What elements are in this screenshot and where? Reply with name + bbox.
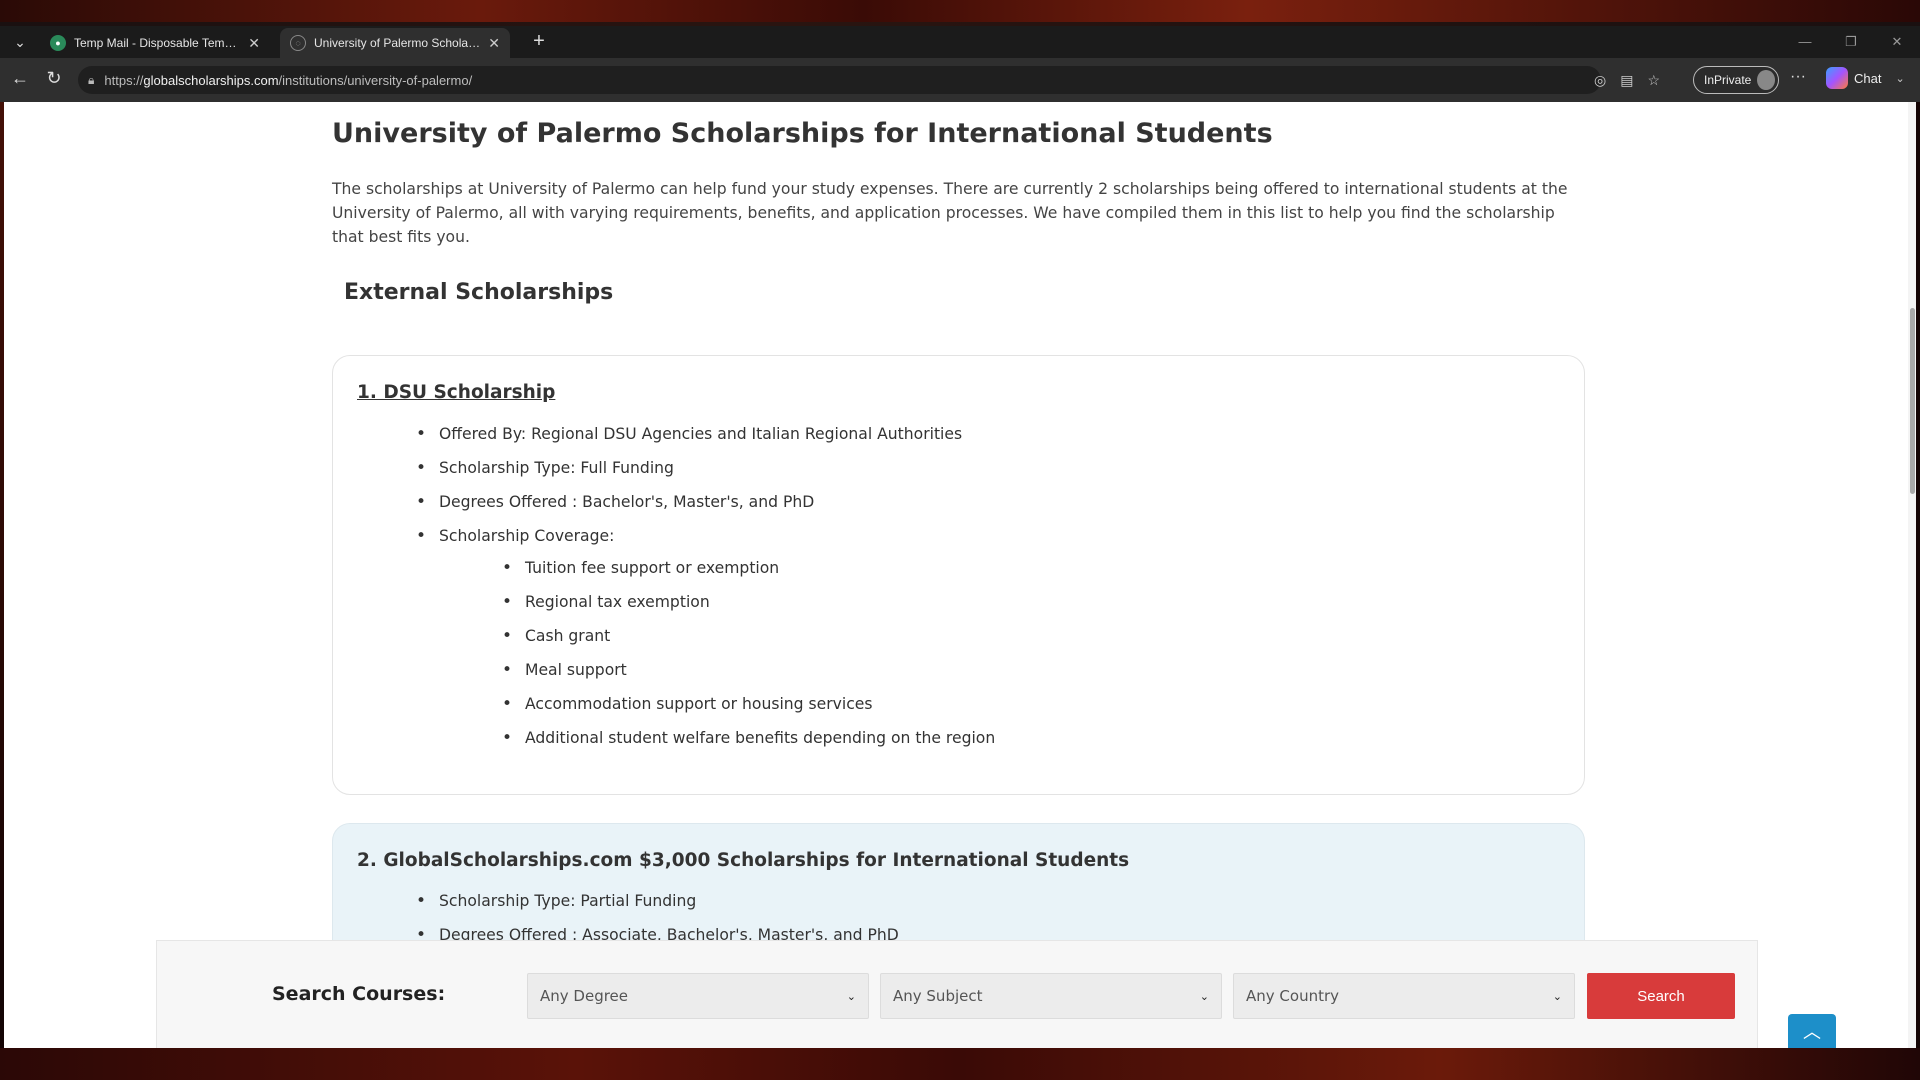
chevron-down-icon: ⌄ [1552,989,1562,1003]
copilot-chat-button[interactable]: Chat ⌄ [1826,67,1905,89]
close-window-icon[interactable]: ✕ [1874,26,1920,58]
list-item: Scholarship Type: Partial Funding [416,891,899,925]
chevron-down-icon: ⌄ [1199,989,1209,1003]
list-item: Regional tax exemption [502,592,995,626]
scrollbar[interactable] [1908,102,1916,1048]
favorite-star-icon[interactable]: ☆ [1647,72,1660,89]
intro-paragraph: The scholarships at University of Palerm… [332,180,1568,246]
scholarship-title: 2. GlobalScholarships.com $3,000 Scholar… [357,850,1130,871]
window-controls: — ❐ ✕ [1782,26,1920,58]
scrollbar-thumb[interactable] [1910,308,1915,494]
url-text: https://globalscholarships.com/instituti… [104,73,472,88]
scholarship-card: 1. DSU Scholarship Offered By: Regional … [332,355,1585,795]
wallpaper-strip [0,0,1920,22]
list-item: Degrees Offered : Bachelor's, Master's, … [416,492,962,526]
section-heading: External Scholarships [344,280,614,305]
more-options-icon[interactable]: ··· [1790,68,1806,86]
inprivate-label: InPrivate [1704,73,1752,87]
tempmail-icon: ● [50,35,66,51]
scholarship-details: Offered By: Regional DSU Agencies and It… [416,424,962,560]
tab-temp-mail[interactable]: ● Temp Mail - Disposable Temporary E ✕ [40,28,270,58]
back-arrow-icon[interactable]: ← [8,68,32,89]
close-icon[interactable]: ✕ [248,35,260,52]
inprivate-badge[interactable]: InPrivate [1693,66,1779,94]
country-select-value: Any Country [1246,987,1340,1005]
search-button[interactable]: Search [1587,973,1735,1019]
course-search-bar: Search Courses: Any Degree ⌄ Any Subject… [156,940,1758,1048]
close-icon[interactable]: ✕ [488,35,500,52]
list-item: Scholarship Coverage: [416,526,962,560]
subject-select[interactable]: Any Subject ⌄ [880,973,1222,1019]
chevron-down-icon[interactable]: ⌄ [1895,72,1904,85]
tab-university-of-palermo[interactable]: ◌ University of Palermo Scholarships ✕ [280,28,510,58]
chevron-up-icon: ︿ [1803,1022,1821,1042]
new-tab-plus-icon[interactable]: + [526,30,552,53]
lock-icon[interactable]: 🔒︎ [88,73,94,88]
tracking-prevention-icon[interactable]: ◎ [1594,72,1606,89]
tab-title: University of Palermo Scholarships [314,36,480,50]
tab-actions-chevron-icon[interactable]: ⌄ [6,30,34,54]
list-item: Cash grant [502,626,995,660]
reading-view-icon[interactable]: ▤ [1620,72,1633,89]
tab-strip: ⌄ ● Temp Mail - Disposable Temporary E ✕… [0,26,1920,58]
refresh-icon[interactable]: ↻ [42,68,66,89]
url-host: globalscholarships.com [143,72,279,88]
list-item: Offered By: Regional DSU Agencies and It… [416,424,962,458]
list-item: Tuition fee support or exemption [502,558,995,592]
degree-select[interactable]: Any Degree ⌄ [527,973,869,1019]
address-bar[interactable]: 🔒︎ https://globalscholarships.com/instit… [78,66,1601,94]
address-bar-icons: ◎ ▤ ☆ [1594,72,1660,89]
search-label: Search Courses: [272,983,446,1005]
url-scheme: https:// [104,72,144,88]
chevron-down-icon: ⌄ [846,989,856,1003]
subject-select-value: Any Subject [893,987,983,1005]
tab-title: Temp Mail - Disposable Temporary E [74,36,240,50]
restore-icon[interactable]: ❐ [1828,26,1874,58]
scholarship-title-link[interactable]: 1. DSU Scholarship [357,382,555,403]
url-path: /institutions/university-of-palermo/ [278,72,473,88]
minimize-icon[interactable]: — [1782,26,1828,58]
browser-toolbar: ← ↻ 🔒︎ https://globalscholarships.com/in… [0,58,1920,102]
page-title: University of Palermo Scholarships for I… [332,118,1273,149]
list-item: Additional student welfare benefits depe… [502,728,995,762]
copilot-icon [1826,67,1848,89]
back-to-top-button[interactable]: ︿ [1788,1014,1836,1048]
list-item: Meal support [502,660,995,694]
globe-icon: ◌ [290,35,306,51]
desktop-wallpaper [0,1048,1920,1080]
degree-select-value: Any Degree [540,987,629,1005]
chat-label: Chat [1854,70,1882,86]
list-item: Accommodation support or housing service… [502,694,995,728]
avatar [1757,70,1775,90]
page-viewport: University of Palermo Scholarships for I… [4,102,1916,1048]
coverage-list: Tuition fee support or exemption Regiona… [502,558,995,762]
country-select[interactable]: Any Country ⌄ [1233,973,1575,1019]
list-item: Scholarship Type: Full Funding [416,458,962,492]
